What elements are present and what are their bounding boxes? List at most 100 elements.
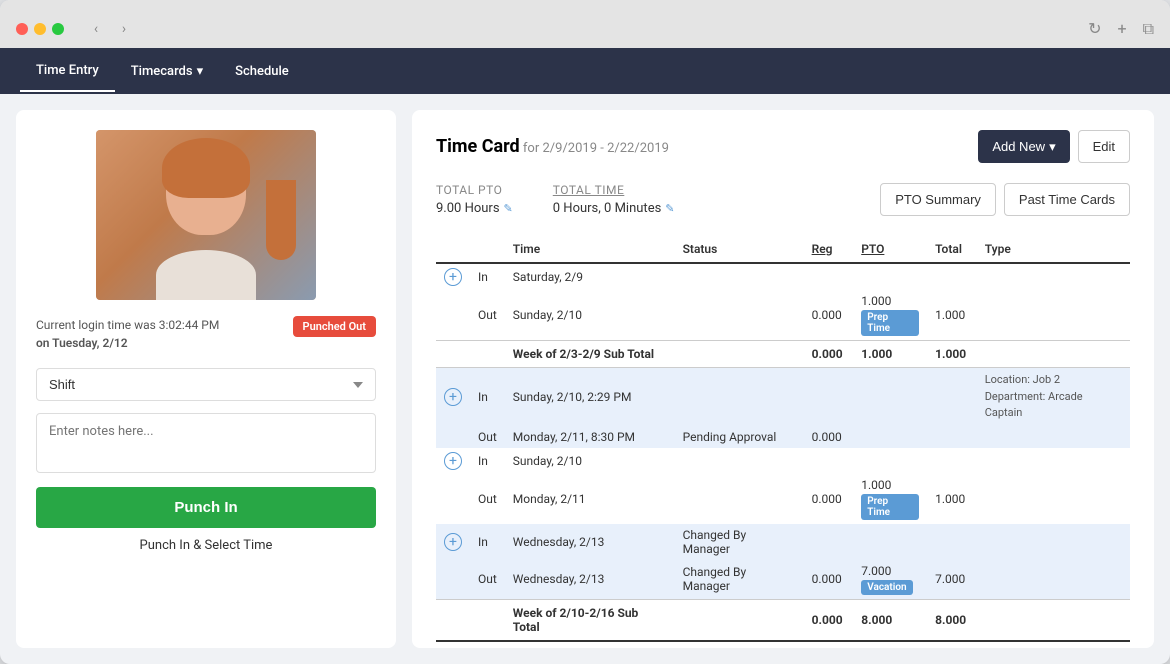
- notes-input[interactable]: [36, 413, 376, 473]
- status-cell: Pending Approval: [675, 426, 804, 448]
- reg-cell: 0.000: [804, 560, 854, 600]
- total-cell: [927, 368, 977, 426]
- person-body: [156, 250, 256, 300]
- traffic-lights: [16, 23, 64, 35]
- reg-cell: [804, 448, 854, 474]
- forward-button[interactable]: ›: [112, 17, 136, 41]
- table-row: Out Monday, 2/11, 8:30 PM Pending Approv…: [436, 426, 1130, 448]
- pto-cell: 7.000 Vacation: [853, 560, 927, 600]
- row-expand: [436, 474, 470, 524]
- table-row: Out Sunday, 2/10 0.000 1.000 Prep Time 1…: [436, 290, 1130, 341]
- total-cell: [927, 426, 977, 448]
- col-pto: PTO: [853, 236, 927, 263]
- table-row: Out Monday, 2/11 0.000 1.000 Prep Time 1…: [436, 474, 1130, 524]
- total-time-summary: Total Time 0 Hours, 0 Minutes ✎: [553, 183, 675, 216]
- type-cell: [977, 524, 1130, 560]
- edit-button[interactable]: Edit: [1078, 130, 1130, 163]
- type-cell: [977, 263, 1130, 290]
- browser-window: ‹ › ↻ + ⧉ Time Entry Timecards ▾ Schedul…: [0, 0, 1170, 664]
- login-text: Current login time was 3:02:44 PM on Tue…: [36, 316, 219, 352]
- browser-actions: ↻ + ⧉: [1088, 19, 1154, 39]
- col-type: Type: [977, 236, 1130, 263]
- type-cell: [977, 474, 1130, 524]
- subtotal-label: Week of 2/3-2/9 Sub Total: [505, 341, 675, 368]
- prep-time-badge: Prep Time: [861, 310, 919, 336]
- col-status: Status: [675, 236, 804, 263]
- punched-out-badge: Punched Out: [293, 316, 376, 337]
- row-expand: +: [436, 368, 470, 426]
- punch-in-button[interactable]: Punch In: [36, 487, 376, 528]
- in-out-label: In: [470, 448, 505, 474]
- pto-cell: [853, 263, 927, 290]
- time-cell: Sunday, 2/10: [505, 448, 675, 474]
- status-cell: Changed By Manager: [675, 560, 804, 600]
- total-label: Total: [505, 641, 675, 649]
- shift-select[interactable]: Shift: [36, 368, 376, 401]
- subtotal-row: Week of 2/10-2/16 Sub Total 0.000 8.000 …: [436, 599, 1130, 641]
- refresh-icon[interactable]: ↻: [1088, 19, 1101, 39]
- in-out-label: Out: [470, 290, 505, 341]
- summary-left: Total PTO 9.00 Hours ✎ Total Time 0 Hour…: [436, 183, 675, 216]
- row-expand: +: [436, 524, 470, 560]
- status-cell: [675, 474, 804, 524]
- in-out-label: Out: [470, 560, 505, 600]
- col-expand: [436, 236, 470, 263]
- maximize-button[interactable]: [52, 23, 64, 35]
- col-reg: Reg: [804, 236, 854, 263]
- subtotal-row: Week of 2/3-2/9 Sub Total 0.000 1.000 1.…: [436, 341, 1130, 368]
- chevron-down-icon: ▾: [197, 64, 204, 79]
- person-hair: [162, 138, 250, 198]
- employee-photo: [96, 130, 316, 300]
- nav-schedule[interactable]: Schedule: [219, 52, 305, 91]
- pto-summary-button[interactable]: PTO Summary: [880, 183, 996, 216]
- status-cell: [675, 263, 804, 290]
- subtotal-total: 1.000: [927, 341, 977, 368]
- minimize-button[interactable]: [34, 23, 46, 35]
- time-cell: Monday, 2/11, 8:30 PM: [505, 426, 675, 448]
- table-row: + In Sunday, 2/10, 2:29 PM Location: Job…: [436, 368, 1130, 426]
- add-new-button[interactable]: Add New ▾: [978, 130, 1069, 163]
- right-panel: Time Card for 2/9/2019 - 2/22/2019 Add N…: [412, 110, 1154, 648]
- person-hair-side: [266, 180, 296, 260]
- row-expand: [436, 560, 470, 600]
- total-reg: 0.000: [804, 641, 854, 649]
- add-row-button[interactable]: +: [444, 268, 462, 286]
- type-cell: [977, 448, 1130, 474]
- col-time: Time: [505, 236, 675, 263]
- back-button[interactable]: ‹: [84, 17, 108, 41]
- table-row: + In Sunday, 2/10: [436, 448, 1130, 474]
- time-cell: Monday, 2/11: [505, 474, 675, 524]
- pto-cell: 1.000 Prep Time: [853, 290, 927, 341]
- add-row-button[interactable]: +: [444, 533, 462, 551]
- pto-edit-icon[interactable]: ✎: [504, 202, 513, 215]
- subtotal-pto: 8.000: [853, 599, 927, 641]
- app-nav: Time Entry Timecards ▾ Schedule: [0, 48, 1170, 94]
- copy-icon[interactable]: ⧉: [1143, 19, 1154, 39]
- total-row: Total 0.000 9.000 9.000: [436, 641, 1130, 649]
- nav-timecards[interactable]: Timecards ▾: [115, 52, 219, 91]
- past-time-cards-button[interactable]: Past Time Cards: [1004, 183, 1130, 216]
- row-expand: +: [436, 448, 470, 474]
- total-cell: 7.000: [927, 560, 977, 600]
- col-in-out: [470, 236, 505, 263]
- nav-arrows: ‹ ›: [84, 17, 136, 41]
- timecard-title: Time Card for 2/9/2019 - 2/22/2019: [436, 136, 669, 157]
- time-edit-icon[interactable]: ✎: [665, 202, 674, 215]
- new-tab-icon[interactable]: +: [1117, 19, 1126, 39]
- subtotal-reg: 0.000: [804, 341, 854, 368]
- nav-time-entry[interactable]: Time Entry: [20, 51, 115, 92]
- time-cell: Sunday, 2/10, 2:29 PM: [505, 368, 675, 426]
- timecard-table: Time Status Reg PTO Total Type + In: [436, 236, 1130, 648]
- add-row-button[interactable]: +: [444, 452, 462, 470]
- total-cell: [927, 524, 977, 560]
- col-total: Total: [927, 236, 977, 263]
- header-buttons: Add New ▾ Edit: [978, 130, 1130, 163]
- punch-select-time-link[interactable]: Punch In & Select Time: [140, 538, 273, 553]
- table-row: + In Wednesday, 2/13 Changed By Manager: [436, 524, 1130, 560]
- in-out-label: Out: [470, 426, 505, 448]
- close-button[interactable]: [16, 23, 28, 35]
- chevron-down-icon: ▾: [1049, 139, 1056, 155]
- reg-cell: 0.000: [804, 426, 854, 448]
- login-info: Current login time was 3:02:44 PM on Tue…: [36, 316, 376, 352]
- add-row-button[interactable]: +: [444, 388, 462, 406]
